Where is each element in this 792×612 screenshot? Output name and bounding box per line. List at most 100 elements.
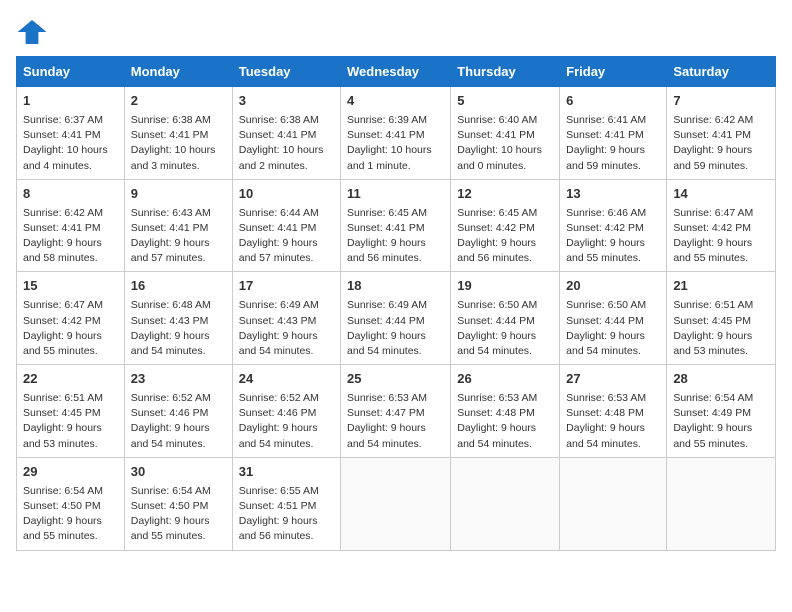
sunrise-label: Sunrise: 6:51 AM — [23, 392, 103, 404]
calendar-cell: 13 Sunrise: 6:46 AM Sunset: 4:42 PM Dayl… — [560, 179, 667, 272]
sunrise-label: Sunrise: 6:43 AM — [131, 207, 211, 219]
daylight-label: Daylight: 10 hours and 0 minutes. — [457, 144, 542, 171]
day-number: 10 — [239, 185, 334, 204]
sunset-label: Sunset: 4:51 PM — [239, 500, 317, 512]
sunset-label: Sunset: 4:49 PM — [673, 407, 751, 419]
day-number: 20 — [566, 277, 660, 296]
sunrise-label: Sunrise: 6:50 AM — [566, 299, 646, 311]
daylight-label: Daylight: 9 hours and 54 minutes. — [239, 330, 318, 357]
calendar-cell: 12 Sunrise: 6:45 AM Sunset: 4:42 PM Dayl… — [451, 179, 560, 272]
calendar-cell: 6 Sunrise: 6:41 AM Sunset: 4:41 PM Dayli… — [560, 87, 667, 180]
calendar-header-saturday: Saturday — [667, 57, 776, 87]
daylight-label: Daylight: 9 hours and 53 minutes. — [673, 330, 752, 357]
calendar-header-friday: Friday — [560, 57, 667, 87]
day-number: 17 — [239, 277, 334, 296]
logo — [16, 16, 52, 48]
calendar-cell: 14 Sunrise: 6:47 AM Sunset: 4:42 PM Dayl… — [667, 179, 776, 272]
calendar-cell: 16 Sunrise: 6:48 AM Sunset: 4:43 PM Dayl… — [124, 272, 232, 365]
calendar-cell: 10 Sunrise: 6:44 AM Sunset: 4:41 PM Dayl… — [232, 179, 340, 272]
sunrise-label: Sunrise: 6:53 AM — [457, 392, 537, 404]
sunrise-label: Sunrise: 6:38 AM — [131, 114, 211, 126]
day-number: 8 — [23, 185, 118, 204]
daylight-label: Daylight: 10 hours and 3 minutes. — [131, 144, 216, 171]
day-number: 30 — [131, 463, 226, 482]
sunrise-label: Sunrise: 6:42 AM — [673, 114, 753, 126]
calendar-header-wednesday: Wednesday — [341, 57, 451, 87]
daylight-label: Daylight: 9 hours and 56 minutes. — [347, 237, 426, 264]
page-header — [16, 16, 776, 48]
sunrise-label: Sunrise: 6:47 AM — [673, 207, 753, 219]
day-number: 1 — [23, 92, 118, 111]
sunrise-label: Sunrise: 6:38 AM — [239, 114, 319, 126]
daylight-label: Daylight: 9 hours and 55 minutes. — [131, 515, 210, 542]
daylight-label: Daylight: 9 hours and 55 minutes. — [566, 237, 645, 264]
calendar-cell: 18 Sunrise: 6:49 AM Sunset: 4:44 PM Dayl… — [341, 272, 451, 365]
calendar-cell: 9 Sunrise: 6:43 AM Sunset: 4:41 PM Dayli… — [124, 179, 232, 272]
calendar-cell: 5 Sunrise: 6:40 AM Sunset: 4:41 PM Dayli… — [451, 87, 560, 180]
sunset-label: Sunset: 4:45 PM — [23, 407, 101, 419]
sunrise-label: Sunrise: 6:48 AM — [131, 299, 211, 311]
sunset-label: Sunset: 4:43 PM — [239, 315, 317, 327]
calendar-cell: 3 Sunrise: 6:38 AM Sunset: 4:41 PM Dayli… — [232, 87, 340, 180]
calendar-cell: 7 Sunrise: 6:42 AM Sunset: 4:41 PM Dayli… — [667, 87, 776, 180]
day-number: 31 — [239, 463, 334, 482]
daylight-label: Daylight: 9 hours and 54 minutes. — [457, 422, 536, 449]
calendar-cell: 1 Sunrise: 6:37 AM Sunset: 4:41 PM Dayli… — [17, 87, 125, 180]
calendar-cell — [451, 457, 560, 550]
logo-bird-icon — [16, 16, 48, 48]
calendar-week-row: 1 Sunrise: 6:37 AM Sunset: 4:41 PM Dayli… — [17, 87, 776, 180]
calendar-cell: 26 Sunrise: 6:53 AM Sunset: 4:48 PM Dayl… — [451, 365, 560, 458]
day-number: 13 — [566, 185, 660, 204]
sunrise-label: Sunrise: 6:49 AM — [239, 299, 319, 311]
sunset-label: Sunset: 4:42 PM — [23, 315, 101, 327]
calendar-cell: 19 Sunrise: 6:50 AM Sunset: 4:44 PM Dayl… — [451, 272, 560, 365]
daylight-label: Daylight: 9 hours and 54 minutes. — [131, 422, 210, 449]
sunset-label: Sunset: 4:44 PM — [566, 315, 644, 327]
sunrise-label: Sunrise: 6:50 AM — [457, 299, 537, 311]
sunset-label: Sunset: 4:41 PM — [673, 129, 751, 141]
daylight-label: Daylight: 9 hours and 54 minutes. — [566, 422, 645, 449]
calendar-header-monday: Monday — [124, 57, 232, 87]
day-number: 19 — [457, 277, 553, 296]
sunset-label: Sunset: 4:50 PM — [23, 500, 101, 512]
sunrise-label: Sunrise: 6:45 AM — [347, 207, 427, 219]
sunrise-label: Sunrise: 6:53 AM — [347, 392, 427, 404]
calendar-cell: 21 Sunrise: 6:51 AM Sunset: 4:45 PM Dayl… — [667, 272, 776, 365]
daylight-label: Daylight: 9 hours and 54 minutes. — [131, 330, 210, 357]
sunset-label: Sunset: 4:48 PM — [566, 407, 644, 419]
sunset-label: Sunset: 4:41 PM — [347, 129, 425, 141]
sunset-label: Sunset: 4:41 PM — [457, 129, 535, 141]
day-number: 16 — [131, 277, 226, 296]
daylight-label: Daylight: 9 hours and 54 minutes. — [566, 330, 645, 357]
sunset-label: Sunset: 4:50 PM — [131, 500, 209, 512]
day-number: 28 — [673, 370, 769, 389]
daylight-label: Daylight: 9 hours and 55 minutes. — [673, 237, 752, 264]
sunset-label: Sunset: 4:41 PM — [23, 222, 101, 234]
sunrise-label: Sunrise: 6:37 AM — [23, 114, 103, 126]
sunset-label: Sunset: 4:46 PM — [239, 407, 317, 419]
calendar-week-row: 8 Sunrise: 6:42 AM Sunset: 4:41 PM Dayli… — [17, 179, 776, 272]
sunset-label: Sunset: 4:41 PM — [347, 222, 425, 234]
calendar-week-row: 29 Sunrise: 6:54 AM Sunset: 4:50 PM Dayl… — [17, 457, 776, 550]
sunset-label: Sunset: 4:41 PM — [23, 129, 101, 141]
calendar-cell: 2 Sunrise: 6:38 AM Sunset: 4:41 PM Dayli… — [124, 87, 232, 180]
day-number: 22 — [23, 370, 118, 389]
sunset-label: Sunset: 4:43 PM — [131, 315, 209, 327]
daylight-label: Daylight: 9 hours and 59 minutes. — [673, 144, 752, 171]
sunrise-label: Sunrise: 6:49 AM — [347, 299, 427, 311]
day-number: 2 — [131, 92, 226, 111]
day-number: 12 — [457, 185, 553, 204]
day-number: 7 — [673, 92, 769, 111]
sunrise-label: Sunrise: 6:51 AM — [673, 299, 753, 311]
sunrise-label: Sunrise: 6:44 AM — [239, 207, 319, 219]
day-number: 26 — [457, 370, 553, 389]
daylight-label: Daylight: 9 hours and 54 minutes. — [347, 330, 426, 357]
calendar-cell: 23 Sunrise: 6:52 AM Sunset: 4:46 PM Dayl… — [124, 365, 232, 458]
sunset-label: Sunset: 4:41 PM — [131, 129, 209, 141]
sunset-label: Sunset: 4:48 PM — [457, 407, 535, 419]
sunrise-label: Sunrise: 6:45 AM — [457, 207, 537, 219]
daylight-label: Daylight: 9 hours and 57 minutes. — [239, 237, 318, 264]
day-number: 11 — [347, 185, 444, 204]
sunset-label: Sunset: 4:46 PM — [131, 407, 209, 419]
calendar-cell: 28 Sunrise: 6:54 AM Sunset: 4:49 PM Dayl… — [667, 365, 776, 458]
